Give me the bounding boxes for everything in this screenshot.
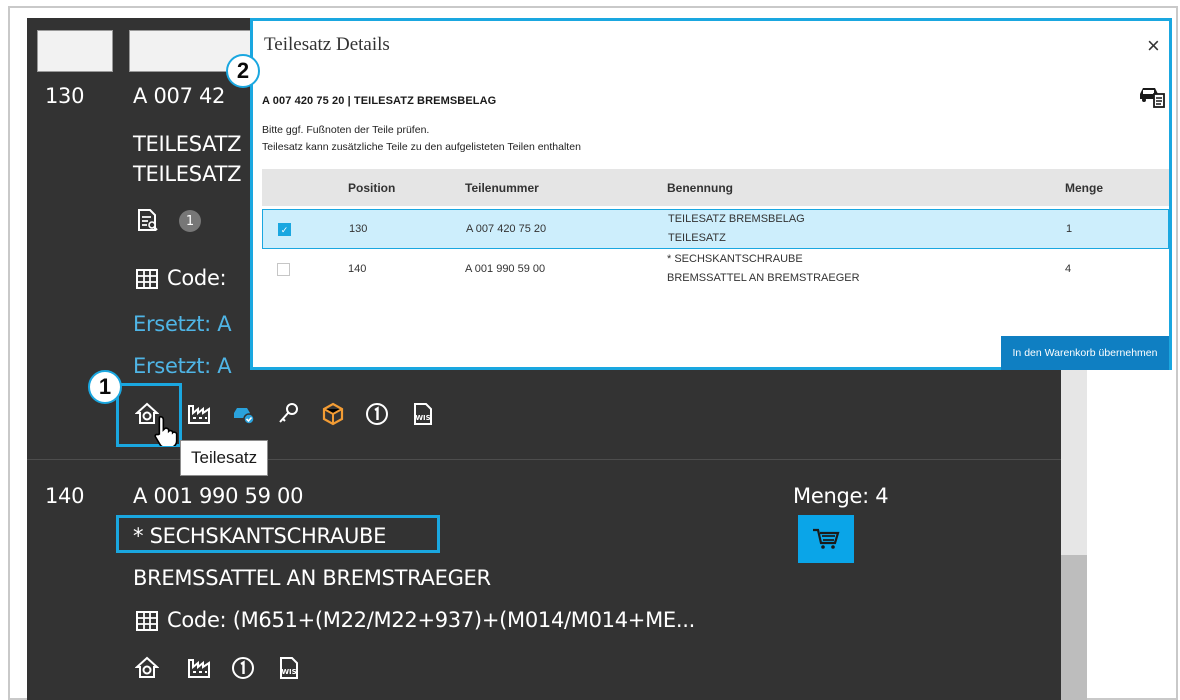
dialog-note: Bitte ggf. Fußnoten der Teile prüfen. — [262, 124, 430, 136]
factory-icon[interactable] — [187, 656, 211, 680]
row-position: 140 — [348, 263, 367, 275]
row-name: TEILESATZ BREMSBELAG — [668, 213, 805, 225]
wis-document-icon[interactable]: WIS — [277, 656, 301, 680]
item-code-label: Code: — [167, 266, 227, 290]
add-to-cart-button[interactable] — [798, 515, 854, 563]
replaced-by-link[interactable]: Ersetzt: A — [133, 312, 232, 336]
item-name-secondary: TEILESATZ — [133, 162, 242, 186]
footnote-count-badge: 1 — [179, 210, 201, 232]
table-row[interactable]: 140 A 001 990 59 00 * SECHSKANTSCHRAUBE … — [262, 250, 1169, 290]
svg-text:WIS: WIS — [415, 414, 430, 422]
code-table-icon — [135, 267, 159, 291]
item-position: 130 — [45, 84, 85, 108]
table-header: Position Teilenummer Benennung Menge — [262, 169, 1169, 206]
row-checkbox[interactable] — [277, 263, 290, 276]
tooltip: Teilesatz — [180, 440, 269, 476]
package-icon[interactable] — [321, 402, 345, 426]
item-quantity: Menge: 4 — [793, 484, 889, 508]
callout-badge-two: 2 — [226, 54, 260, 88]
shopping-cart-icon — [813, 528, 840, 549]
row-quantity: 1 — [1066, 223, 1073, 235]
dialog-part-header: A 007 420 75 20 | TEILESATZ BREMSBELAG — [262, 95, 497, 107]
item-name-secondary: BREMSSATTEL AN BREMSTRAEGER — [133, 566, 491, 590]
dialog-title: Teilesatz Details — [264, 34, 390, 55]
item-part-number: A 007 42 — [133, 84, 226, 108]
row-position: 130 — [349, 223, 368, 235]
car-check-icon[interactable] — [231, 402, 255, 426]
column-header-quantity: Menge — [1065, 181, 1104, 195]
row-name-secondary: BREMSSATTEL AN BREMSTRAEGER — [667, 272, 860, 284]
item-name: TEILESATZ — [133, 132, 242, 156]
item-code: Code: (M651+(M22/M22+937)+(M014/M014+ME.… — [167, 608, 695, 632]
hand-cursor-icon — [152, 414, 180, 446]
close-icon[interactable]: × — [1147, 33, 1160, 59]
item-position: 140 — [45, 484, 85, 508]
row-part-number: A 007 420 75 20 — [466, 223, 547, 235]
row-name: * SECHSKANTSCHRAUBE — [667, 253, 803, 265]
scrollbar-thumb[interactable] — [1061, 555, 1087, 700]
key-icon[interactable] — [277, 402, 301, 426]
replaced-by-link[interactable]: Ersetzt: A — [133, 354, 232, 378]
code-table-icon — [135, 609, 159, 633]
item-part-number: A 001 990 59 00 — [133, 484, 304, 508]
column-header-name: Benennung — [667, 181, 733, 195]
add-to-cart-confirm-button[interactable]: In den Warenkorb übernehmen — [1001, 336, 1169, 370]
parts-set-icon[interactable] — [135, 656, 159, 680]
column-header-part-number: Teilenummer — [465, 181, 539, 195]
info-icon[interactable] — [365, 402, 389, 426]
factory-icon[interactable] — [187, 402, 211, 426]
row-part-number: A 001 990 59 00 — [465, 263, 546, 275]
info-icon[interactable] — [231, 656, 255, 680]
svg-text:WIS: WIS — [281, 668, 296, 676]
column-header-box — [37, 30, 113, 72]
column-header-position: Position — [348, 181, 396, 195]
highlight-part-name — [116, 515, 440, 553]
table-row[interactable]: ✓ 130 A 007 420 75 20 TEILESATZ BREMSBEL… — [262, 209, 1169, 249]
wis-document-icon[interactable]: WIS — [411, 402, 435, 426]
row-checkbox[interactable]: ✓ — [278, 223, 291, 236]
dialog-note: Teilesatz kann zusätzliche Teile zu den … — [262, 141, 581, 153]
row-quantity: 4 — [1065, 263, 1072, 275]
row-name-secondary: TEILESATZ — [668, 232, 726, 244]
parts-set-details-dialog: Teilesatz Details × A 007 420 75 20 | TE… — [250, 18, 1172, 370]
vehicle-document-icon[interactable] — [1138, 83, 1166, 109]
footnote-document-icon[interactable] — [135, 208, 159, 232]
callout-badge-one: 1 — [88, 370, 122, 404]
